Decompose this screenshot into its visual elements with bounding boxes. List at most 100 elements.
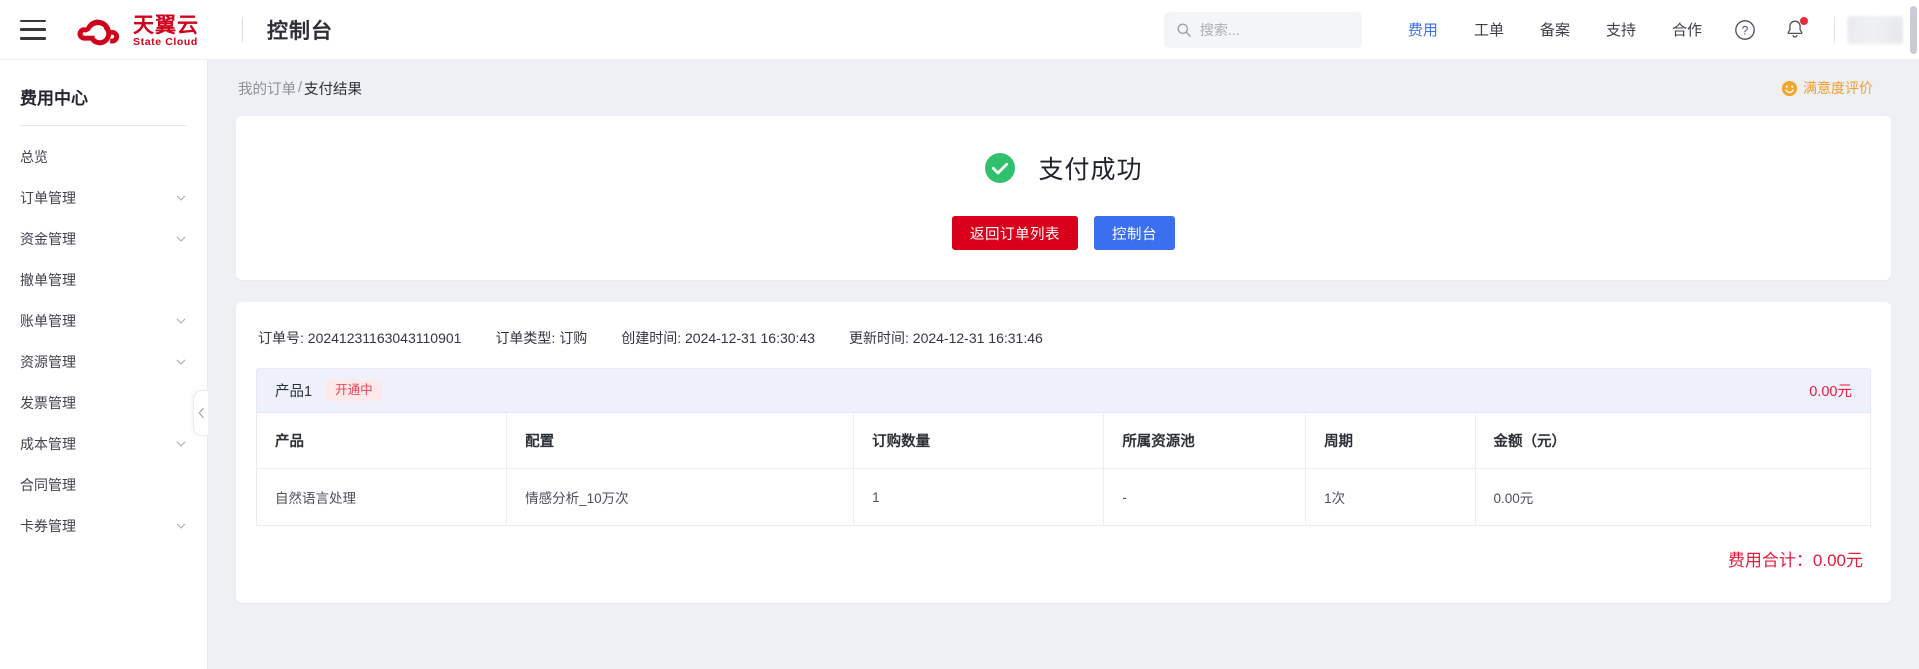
table-row: 自然语言处理 情感分析_10万次 1 - 1次 0.00元	[256, 468, 1871, 526]
product-group-header: 产品1 开通中 0.00元	[256, 368, 1871, 412]
sidebar-item-label: 合同管理	[20, 476, 76, 493]
chevron-down-icon	[176, 236, 186, 242]
table-header: 产品 配置 订购数量 所属资源池 周期 金额（元）	[256, 412, 1871, 469]
table-header-row: 产品 配置 订购数量 所属资源池 周期 金额（元）	[256, 412, 1871, 469]
help-button[interactable]: ?	[1730, 15, 1760, 45]
cell-config: 情感分析_10万次	[506, 468, 855, 526]
sidebar-item-label: 订单管理	[20, 189, 76, 206]
brand-logo[interactable]: 天翼云 State Cloud	[70, 10, 218, 50]
sidebar-item-label: 撤单管理	[20, 271, 76, 288]
chevron-down-icon	[176, 441, 186, 447]
satisfaction-rating-button[interactable]: 满意度评价	[1781, 78, 1889, 98]
header-right-section: 费用 工单 备案 支持 合作 ?	[1163, 0, 1919, 59]
order-meta-row: 订单号: 20241231163043110901 订单类型: 订购 创建时间:…	[256, 324, 1871, 368]
breadcrumb-parent[interactable]: 我的订单	[238, 78, 296, 99]
sidebar: 费用中心 总览 订单管理 资金管理 撤单管理 账单管理 资源管理 发票管理 成本…	[0, 60, 208, 669]
create-time-label: 创建时间:	[621, 330, 682, 346]
create-time-value: 2024-12-31 16:30:43	[685, 330, 815, 346]
notifications-button[interactable]	[1780, 15, 1810, 45]
nav-link-support[interactable]: 支持	[1606, 19, 1636, 40]
sidebar-item-cost-management[interactable]: 成本管理	[0, 423, 207, 464]
column-header-product: 产品	[256, 412, 508, 469]
nav-link-partner[interactable]: 合作	[1672, 19, 1702, 40]
header-nav-links: 费用 工单 备案 支持 合作	[1390, 19, 1720, 40]
order-type-value: 订购	[559, 330, 588, 346]
sidebar-item-cancellation-management[interactable]: 撤单管理	[0, 259, 207, 300]
nav-link-tickets[interactable]: 工单	[1474, 19, 1504, 40]
cell-period: 1次	[1305, 468, 1476, 526]
chevron-down-icon	[176, 359, 186, 365]
sidebar-item-overview[interactable]: 总览	[0, 136, 207, 177]
status-badge: 开通中	[326, 380, 382, 401]
question-circle-icon: ?	[1735, 19, 1755, 40]
order-detail-card: 订单号: 20241231163043110901 订单类型: 订购 创建时间:…	[236, 302, 1891, 603]
cell-product: 自然语言处理	[256, 468, 508, 526]
payment-status-header: 支付成功	[984, 150, 1142, 186]
page-scrollbar-thumb[interactable]	[1910, 6, 1917, 54]
product-group-name: 产品1	[275, 384, 313, 400]
sidebar-item-label: 账单管理	[20, 312, 76, 329]
product-group-price: 0.00元	[1809, 384, 1852, 400]
payment-result-actions: 返回订单列表 控制台	[952, 216, 1175, 250]
sidebar-item-bill-management[interactable]: 账单管理	[0, 300, 207, 341]
update-time-value: 2024-12-31 16:31:46	[912, 330, 1043, 346]
chevron-down-icon	[176, 523, 186, 529]
order-number-item: 订单号: 20241231163043110901	[258, 328, 461, 348]
sidebar-item-label: 发票管理	[20, 394, 76, 411]
sidebar-title: 费用中心	[20, 89, 88, 108]
main-content: 我的订单 / 支付结果 满意度评价 支付成功 返回订单列表 控制台 订单号: 2…	[208, 60, 1919, 669]
console-title: 控制台	[267, 19, 333, 43]
go-to-console-button[interactable]: 控制台	[1094, 216, 1175, 250]
sidebar-item-invoice-management[interactable]: 发票管理	[0, 382, 207, 423]
search-input[interactable]	[1199, 21, 1350, 38]
create-time-item: 创建时间: 2024-12-31 16:30:43	[621, 328, 815, 348]
sidebar-item-label: 资金管理	[20, 230, 76, 247]
top-navigation-bar: 天翼云 State Cloud 控制台 费用 工单 备案 支持 合作 ?	[0, 0, 1919, 60]
table-body: 自然语言处理 情感分析_10万次 1 - 1次 0.00元	[256, 468, 1871, 526]
sidebar-item-order-management[interactable]: 订单管理	[0, 177, 207, 218]
svg-text:天翼云: 天翼云	[133, 14, 199, 37]
order-items-table: 产品 配置 订购数量 所属资源池 周期 金额（元） 自然语言处理 情感分析_10…	[256, 412, 1871, 526]
total-label: 费用合计：	[1727, 551, 1813, 570]
chevron-down-icon	[176, 318, 186, 324]
column-header-amount: 金额（元）	[1475, 412, 1871, 469]
breadcrumb: 我的订单 / 支付结果 满意度评价	[236, 60, 1891, 116]
svg-text:State Cloud: State Cloud	[133, 36, 198, 48]
sidebar-item-voucher-management[interactable]: 卡券管理	[0, 505, 207, 546]
sidebar-item-label: 总览	[20, 148, 48, 165]
user-avatar[interactable]	[1847, 15, 1903, 44]
payment-result-card: 支付成功 返回订单列表 控制台	[236, 116, 1891, 280]
nav-link-fees[interactable]: 费用	[1408, 19, 1438, 40]
sidebar-item-fund-management[interactable]: 资金管理	[0, 218, 207, 259]
hamburger-menu-icon[interactable]	[20, 19, 46, 40]
column-header-quantity: 订购数量	[853, 412, 1105, 469]
cell-resource-pool: -	[1103, 468, 1307, 526]
order-total-row: 费用合计： 0.00元	[256, 526, 1871, 577]
sidebar-item-contract-management[interactable]: 合同管理	[0, 464, 207, 505]
update-time-item: 更新时间: 2024-12-31 16:31:46	[849, 328, 1043, 348]
tianyiyun-logo-icon: 天翼云 State Cloud	[77, 14, 199, 48]
satisfaction-label: 满意度评价	[1803, 80, 1873, 96]
header-right-divider	[1834, 16, 1835, 43]
order-type-item: 订单类型: 订购	[495, 328, 587, 348]
cell-quantity: 1	[853, 468, 1105, 526]
chevron-left-icon	[198, 407, 204, 419]
column-header-config: 配置	[506, 412, 855, 469]
header-divider	[242, 16, 243, 43]
sidebar-item-label: 成本管理	[20, 435, 76, 452]
page-body: 费用中心 总览 订单管理 资金管理 撤单管理 账单管理 资源管理 发票管理 成本…	[0, 60, 1919, 669]
back-to-order-list-button[interactable]: 返回订单列表	[952, 216, 1078, 250]
sidebar-item-label: 卡券管理	[20, 517, 76, 534]
nav-link-icp[interactable]: 备案	[1540, 19, 1570, 40]
order-number-value: 20241231163043110901	[307, 330, 462, 346]
search-icon	[1177, 23, 1191, 37]
breadcrumb-separator: /	[298, 80, 303, 96]
column-header-resource-pool: 所属资源池	[1103, 412, 1307, 469]
sidebar-item-resource-management[interactable]: 资源管理	[0, 341, 207, 382]
search-box[interactable]	[1163, 11, 1362, 48]
order-number-label: 订单号:	[258, 330, 304, 346]
svg-text:?: ?	[1742, 23, 1749, 37]
sidebar-collapse-button[interactable]	[193, 390, 208, 436]
update-time-label: 更新时间:	[849, 330, 909, 346]
notification-badge-dot	[1800, 16, 1808, 25]
